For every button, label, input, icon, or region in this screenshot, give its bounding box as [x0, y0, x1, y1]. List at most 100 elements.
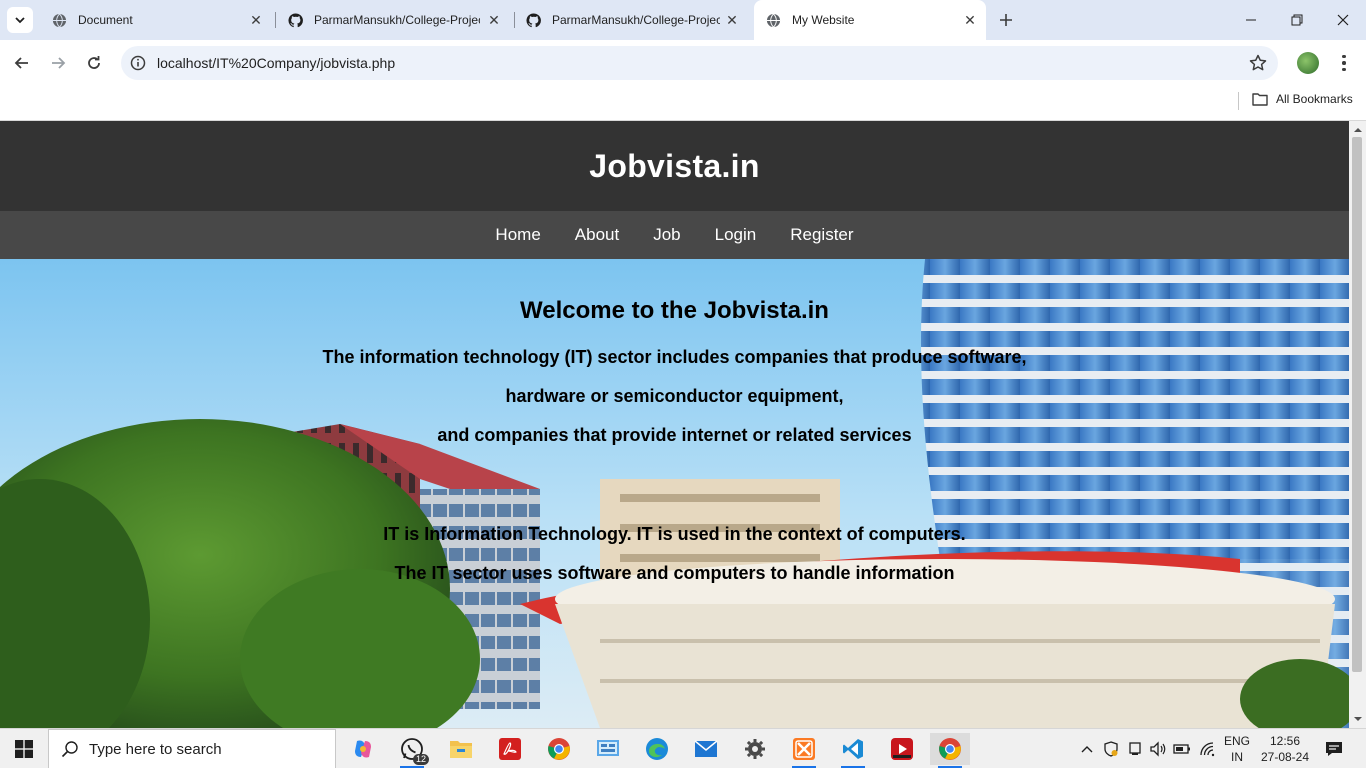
edge-icon[interactable] [637, 733, 677, 765]
notifications-button[interactable] [1320, 729, 1348, 768]
language-indicator[interactable]: ENG IN [1221, 729, 1253, 768]
file-explorer-icon[interactable] [441, 733, 481, 765]
wifi-icon[interactable] [1198, 729, 1218, 768]
search-placeholder: Type here to search [89, 740, 222, 758]
tab-document[interactable]: Document ✕ [40, 0, 272, 40]
site-nav: Home About Job Login Register [0, 211, 1349, 259]
nav-home-link[interactable]: Home [478, 225, 557, 245]
nav-register-link[interactable]: Register [773, 225, 870, 245]
reload-button[interactable] [80, 49, 108, 77]
close-icon [1337, 14, 1349, 26]
hero-section: Welcome to the Jobvista.in The informati… [0, 259, 1349, 728]
site-title: Jobvista.in [589, 147, 760, 184]
windows-taskbar: Type here to search 12 ENG IN 12:56 27-0… [0, 728, 1366, 768]
folder-icon [1252, 93, 1268, 106]
notification-icon [1326, 742, 1342, 756]
close-icon[interactable]: ✕ [486, 12, 502, 28]
language-code: ENG [1223, 734, 1250, 748]
security-icon[interactable] [1101, 729, 1121, 768]
clock-date: 27-08-24 [1260, 750, 1310, 764]
hero-line: The IT sector uses software and computer… [394, 563, 955, 583]
media-player-icon[interactable] [882, 733, 922, 765]
bookmarks-bar: All Bookmarks [0, 86, 1366, 121]
all-bookmarks-label: All Bookmarks [1276, 92, 1353, 106]
whatsapp-icon[interactable]: 12 [392, 733, 432, 768]
restore-icon [1291, 14, 1303, 26]
arrow-left-icon [14, 57, 28, 69]
vscode-icon[interactable] [833, 733, 873, 768]
address-bar[interactable]: localhost/IT%20Company/jobvista.php [121, 46, 1278, 80]
info-icon[interactable] [129, 54, 147, 72]
chrome-active-icon[interactable] [930, 733, 970, 768]
scrollbar-thumb[interactable] [1352, 137, 1362, 672]
hero-line: The information technology (IT) sector i… [322, 347, 1027, 367]
clock[interactable]: 12:56 27-08-24 [1257, 729, 1313, 768]
taskbar-search-input[interactable]: Type here to search [48, 729, 336, 768]
chrome-icon[interactable] [539, 733, 579, 765]
plus-icon [1000, 14, 1012, 26]
bookmark-star-icon[interactable] [1248, 53, 1268, 73]
profile-avatar[interactable] [1297, 52, 1319, 74]
reload-icon [88, 56, 100, 69]
volume-icon[interactable] [1148, 729, 1168, 768]
windows-logo-icon [15, 740, 33, 758]
minimize-icon [1246, 19, 1256, 21]
tab-github-1[interactable]: ParmarMansukh/College-Projec ✕ [276, 0, 512, 40]
hero-line: hardware or semiconductor equipment, [505, 386, 844, 406]
tab-title: My Website [792, 13, 855, 27]
globe-icon [52, 13, 67, 28]
more-menu-icon[interactable] [1334, 51, 1354, 75]
page-viewport: Jobvista.in Home About Job Login Registe… [0, 121, 1366, 728]
all-bookmarks-button[interactable]: All Bookmarks [1252, 92, 1353, 106]
acrobat-icon[interactable] [490, 733, 530, 765]
globe-icon [766, 13, 781, 28]
tab-title: ParmarMansukh/College-Projec [314, 13, 480, 27]
nav-login-link[interactable]: Login [698, 225, 774, 245]
tab-github-2[interactable]: ParmarMansukh/College-Projec ✕ [514, 0, 752, 40]
xampp-icon[interactable] [784, 733, 824, 768]
mail-icon[interactable] [686, 733, 726, 765]
github-icon [526, 13, 541, 28]
hero-background-image [0, 259, 1349, 728]
back-button[interactable] [8, 49, 36, 77]
notification-badge: 12 [412, 754, 429, 765]
region-code: IN [1230, 750, 1243, 764]
url-text[interactable]: localhost/IT%20Company/jobvista.php [157, 55, 395, 71]
tab-search-button[interactable] [7, 7, 33, 33]
github-icon [288, 13, 303, 28]
control-panel-icon[interactable] [588, 733, 628, 765]
chevron-down-icon [15, 17, 25, 24]
close-icon[interactable]: ✕ [248, 12, 264, 28]
show-hidden-icons-button[interactable] [1078, 729, 1096, 768]
nav-job-link[interactable]: Job [636, 225, 697, 245]
scroll-up-icon[interactable] [1353, 125, 1363, 135]
new-tab-button[interactable] [995, 9, 1017, 31]
chevron-up-icon [1081, 746, 1093, 753]
search-icon [61, 741, 78, 758]
site-header: Jobvista.in [0, 121, 1349, 211]
tab-title: ParmarMansukh/College-Projec [552, 13, 720, 27]
hero-heading: Welcome to the Jobvista.in [520, 297, 829, 324]
clock-time: 12:56 [1269, 734, 1300, 748]
start-button[interactable] [0, 729, 48, 768]
hero-line: IT is Information Technology. IT is used… [383, 524, 966, 544]
copilot-icon[interactable] [343, 733, 383, 765]
scroll-down-icon[interactable] [1353, 714, 1363, 724]
tab-title: Document [78, 13, 133, 27]
tab-strip: Document ✕ ParmarMansukh/College-Projec … [0, 0, 1366, 40]
tab-my-website[interactable]: My Website ✕ [754, 0, 986, 40]
browser-toolbar: localhost/IT%20Company/jobvista.php [0, 40, 1366, 86]
close-icon[interactable]: ✕ [962, 12, 978, 28]
battery-icon[interactable] [1172, 729, 1192, 768]
close-icon[interactable]: ✕ [724, 12, 740, 28]
minimize-button[interactable] [1228, 0, 1274, 40]
arrow-right-icon [52, 57, 66, 69]
hero-line: and companies that provide internet or r… [437, 425, 912, 445]
bookmarks-separator [1238, 92, 1239, 110]
device-icon[interactable] [1125, 729, 1145, 768]
restore-button[interactable] [1274, 0, 1320, 40]
close-window-button[interactable] [1320, 0, 1366, 40]
forward-button[interactable] [44, 49, 72, 77]
nav-about-link[interactable]: About [558, 225, 636, 245]
settings-icon[interactable] [735, 733, 775, 765]
